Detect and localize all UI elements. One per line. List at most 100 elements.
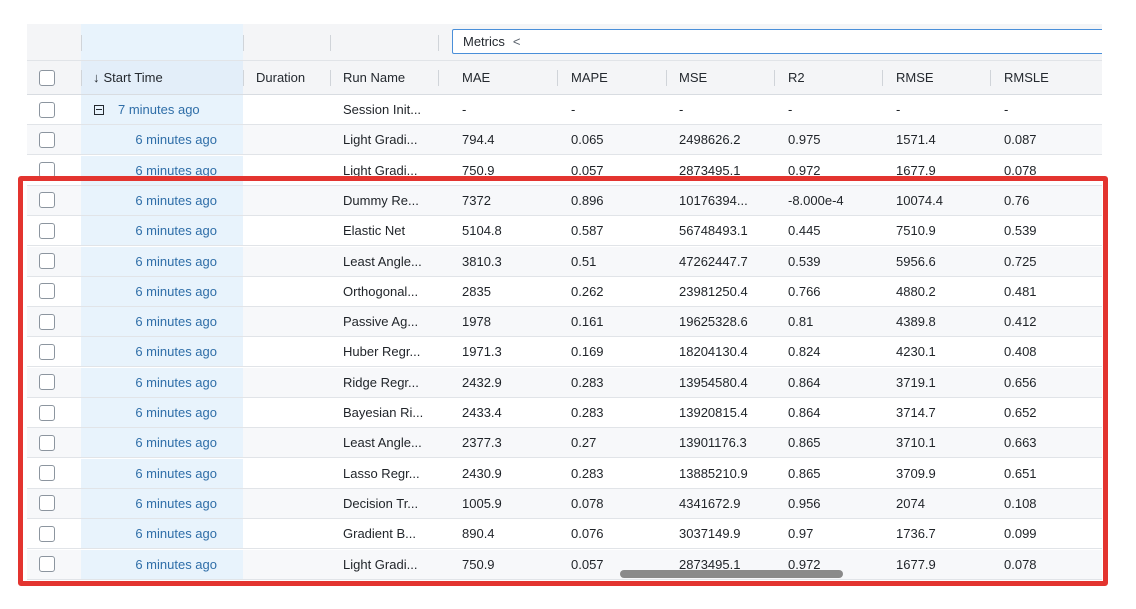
run-name-cell[interactable]: Gradient B... [330,519,438,548]
table-row[interactable]: 6 minutes ago Lasso Regr... 2430.9 0.283 138… [27,458,1102,489]
mape-cell-text: 0.076 [571,526,604,542]
start-time-cell-text[interactable]: 6 minutes ago [135,526,217,541]
start-time-cell[interactable]: 7 minutes ago [81,95,243,124]
table-row[interactable]: 6 minutes ago Light Gradi... 750.9 0.057 287… [27,549,1102,580]
row-checkbox[interactable] [39,283,55,300]
row-checkbox[interactable] [39,374,55,391]
start-time-cell-text[interactable]: 6 minutes ago [135,223,217,238]
start-time-cell[interactable]: 6 minutes ago [81,337,243,367]
row-checkbox[interactable] [39,313,55,330]
run-name-cell[interactable]: Dummy Re... [330,186,438,215]
chevron-left-icon[interactable]: < [513,34,521,49]
row-checkbox[interactable] [39,465,55,482]
start-time-cell-text[interactable]: 6 minutes ago [135,344,217,359]
row-checkbox[interactable] [39,222,55,239]
start-time-cell-text[interactable]: 6 minutes ago [135,254,217,269]
start-time-cell[interactable]: 6 minutes ago [81,519,243,549]
sort-descending-arrow-icon[interactable]: ↓ [93,70,100,85]
start-time-cell-text[interactable]: 6 minutes ago [135,375,217,390]
header-rmse[interactable]: RMSE [882,61,990,94]
row-checkbox[interactable] [39,101,55,118]
start-time-cell-text[interactable]: 6 minutes ago [135,193,217,208]
table-row[interactable]: 6 minutes ago Passive Ag... 1978 0.161 19625… [27,307,1102,338]
start-time-cell[interactable]: 6 minutes ago [81,216,243,246]
header-rmsle[interactable]: RMSLE [990,61,1102,94]
start-time-cell-text[interactable]: 6 minutes ago [135,435,217,450]
start-time-cell-text[interactable]: 6 minutes ago [135,466,217,481]
start-time-cell[interactable]: 6 minutes ago [81,246,243,276]
header-mae[interactable]: MAE [438,61,557,94]
table-row-group[interactable]: 7 minutes ago Session Init... - - - - - - [27,95,1102,125]
row-checkbox[interactable] [39,192,55,209]
row-checkbox[interactable] [39,343,55,360]
header-start-time[interactable]: ↓ Start Time [81,61,243,94]
table-row[interactable]: 6 minutes ago Dummy Re... 7372 0.896 1017639… [27,185,1102,216]
header-mse[interactable]: MSE [666,61,774,94]
table-row[interactable]: 6 minutes ago Least Angle... 2377.3 0.27 139… [27,428,1102,459]
mae-cell-text: 750.9 [462,556,495,572]
run-name-cell[interactable]: Passive Ag... [330,307,438,336]
run-name-cell[interactable]: Session Init... [330,95,438,124]
start-time-cell[interactable]: 6 minutes ago [81,549,243,579]
start-time-cell-text[interactable]: 6 minutes ago [135,405,217,420]
row-checkbox[interactable] [39,495,55,512]
group-header-checkbox-spacer [27,24,81,60]
start-time-cell[interactable]: 6 minutes ago [81,367,243,397]
table-row[interactable]: 6 minutes ago Gradient B... 890.4 0.076 3037… [27,519,1102,550]
table-row[interactable]: 6 minutes ago Huber Regr... 1971.3 0.169 182… [27,337,1102,368]
start-time-cell[interactable]: 6 minutes ago [81,428,243,458]
run-name-cell[interactable]: Ridge Regr... [330,368,438,397]
row-checkbox[interactable] [39,131,55,148]
row-checkbox[interactable] [39,162,55,179]
start-time-cell[interactable]: 6 minutes ago [81,155,243,185]
run-name-cell[interactable]: Bayesian Ri... [330,398,438,427]
start-time-cell-text[interactable]: 6 minutes ago [135,163,217,178]
table-row[interactable]: 6 minutes ago Light Gradi... 794.4 0.065 249… [27,125,1102,156]
metrics-column-group[interactable]: Metrics < [452,29,1102,54]
run-name-cell[interactable]: Huber Regr... [330,337,438,366]
run-name-cell[interactable]: Elastic Net [330,216,438,245]
start-time-cell-text[interactable]: 6 minutes ago [135,284,217,299]
row-checkbox[interactable] [39,556,55,572]
run-name-cell[interactable]: Light Gradi... [330,125,438,154]
horizontal-scrollbar[interactable] [620,570,843,578]
start-time-cell-text[interactable]: 6 minutes ago [135,314,217,329]
row-checkbox[interactable] [39,404,55,421]
start-time-cell[interactable]: 6 minutes ago [81,185,243,215]
run-name-cell[interactable]: Light Gradi... [330,550,438,579]
start-time-cell[interactable]: 6 minutes ago [81,458,243,488]
start-time-cell-text[interactable]: 6 minutes ago [135,557,217,572]
start-time-cell-text[interactable]: 6 minutes ago [135,496,217,511]
table-row[interactable]: 6 minutes ago Decision Tr... 1005.9 0.078 43… [27,488,1102,519]
select-all-checkbox[interactable] [39,69,55,86]
start-time-cell[interactable]: 6 minutes ago [81,488,243,518]
table-row[interactable]: 6 minutes ago Light Gradi... 750.9 0.057 287… [27,155,1102,186]
start-time-cell-text[interactable]: 6 minutes ago [135,132,217,147]
table-row[interactable]: 6 minutes ago Bayesian Ri... 2433.4 0.283 13… [27,398,1102,428]
rmse-cell: 4389.8 [882,307,990,336]
row-checkbox[interactable] [39,434,55,451]
start-time-cell[interactable]: 6 minutes ago [81,307,243,337]
header-r2[interactable]: R2 [774,61,882,94]
table-row[interactable]: 6 minutes ago Orthogonal... 2835 0.262 23981… [27,276,1102,307]
run-name-cell[interactable]: Light Gradi... [330,156,438,185]
run-name-cell[interactable]: Least Angle... [330,428,438,457]
header-duration[interactable]: Duration [243,61,330,94]
run-name-cell[interactable]: Orthogonal... [330,277,438,306]
start-time-cell[interactable]: 6 minutes ago [81,125,243,155]
header-mape[interactable]: MAPE [557,61,666,94]
table-row[interactable]: 6 minutes ago Least Angle... 3810.3 0.51 472… [27,246,1102,277]
run-name-cell[interactable]: Lasso Regr... [330,459,438,488]
start-time-cell[interactable]: 6 minutes ago [81,398,243,427]
collapse-minus-box-icon[interactable] [94,104,104,115]
run-name-cell[interactable]: Decision Tr... [330,489,438,518]
table-row[interactable]: 6 minutes ago Ridge Regr... 2432.9 0.283 139… [27,367,1102,398]
run-name-cell-text: Huber Regr... [343,344,421,360]
header-run-name[interactable]: Run Name [330,61,438,94]
row-checkbox[interactable] [39,525,55,542]
start-time-cell[interactable]: 6 minutes ago [81,276,243,306]
row-checkbox[interactable] [39,253,55,269]
start-time-cell-text[interactable]: 7 minutes ago [118,102,200,117]
run-name-cell[interactable]: Least Angle... [330,247,438,276]
table-row[interactable]: 6 minutes ago Elastic Net 5104.8 0.587 56748… [27,216,1102,247]
